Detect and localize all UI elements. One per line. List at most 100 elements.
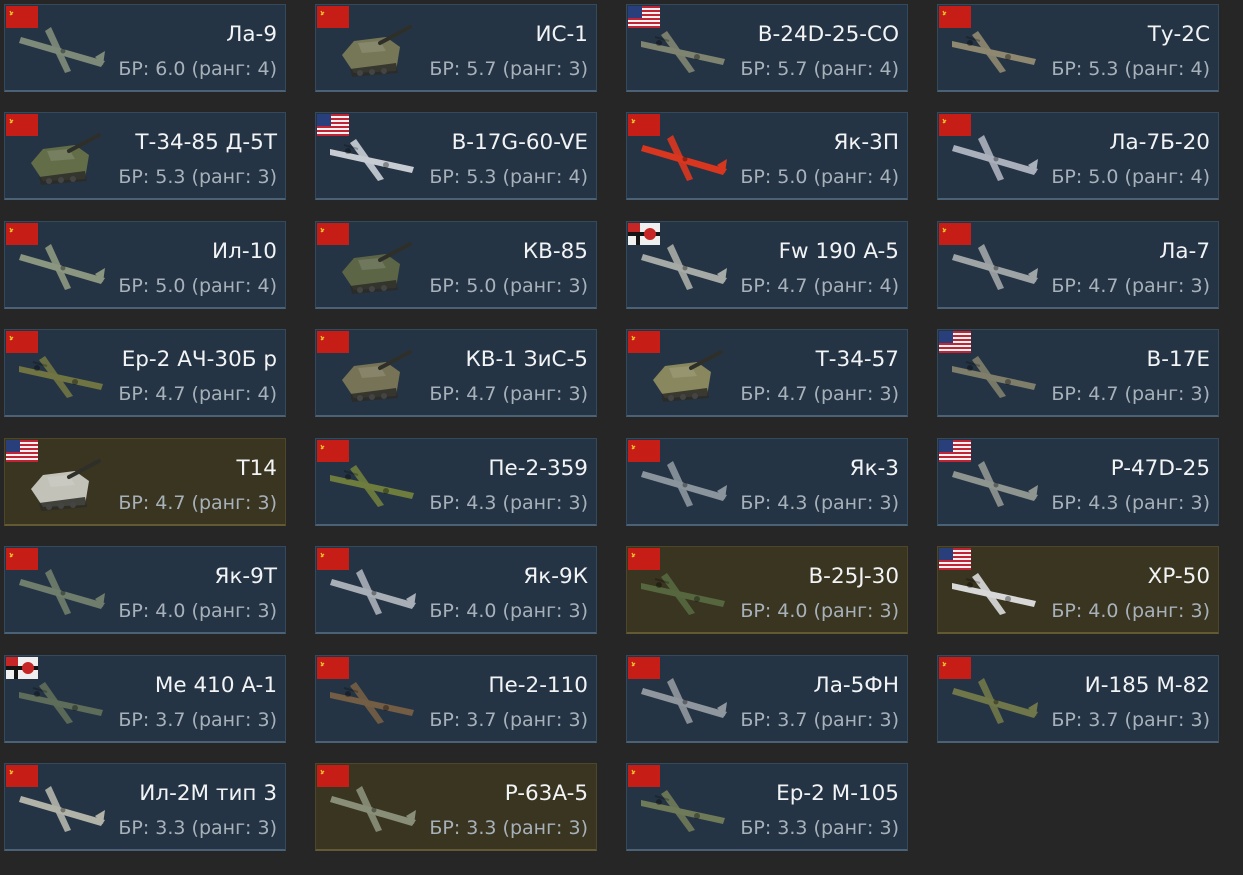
ussr-flag-icon bbox=[6, 765, 38, 787]
vehicle-br: БР: 5.3 (ранг: 4) bbox=[429, 166, 588, 188]
vehicle-name: Ла-7Б-20 bbox=[1109, 130, 1210, 155]
ussr-flag-icon bbox=[628, 331, 660, 353]
vehicle-card[interactable]: Fw 190 A-5 БР: 4.7 (ранг: 4) bbox=[626, 221, 908, 309]
vehicle-br: БР: 4.7 (ранг: 3) bbox=[429, 383, 588, 405]
vehicle-card[interactable]: Пе-2-110 БР: 3.7 (ранг: 3) bbox=[315, 655, 597, 743]
ussr-flag-icon bbox=[317, 6, 349, 28]
ussr-flag-icon bbox=[317, 440, 349, 462]
vehicle-card[interactable]: Як-3П БР: 5.0 (ранг: 4) bbox=[626, 112, 908, 200]
ussr-flag-icon bbox=[628, 440, 660, 462]
vehicle-card[interactable]: Ла-7Б-20 БР: 5.0 (ранг: 4) bbox=[937, 112, 1219, 200]
vehicle-card[interactable]: КВ-85 БР: 5.0 (ранг: 3) bbox=[315, 221, 597, 309]
vehicle-card[interactable]: B-17E БР: 4.7 (ранг: 3) bbox=[937, 329, 1219, 417]
ussr-flag-icon bbox=[939, 657, 971, 679]
vehicle-name: Т-34-57 bbox=[815, 347, 899, 372]
vehicle-card[interactable]: P-47D-25 БР: 4.3 (ранг: 3) bbox=[937, 438, 1219, 526]
vehicle-card[interactable]: Як-9К БР: 4.0 (ранг: 3) bbox=[315, 546, 597, 634]
vehicle-card[interactable]: P-63A-5 БР: 3.3 (ранг: 3) bbox=[315, 763, 597, 851]
vehicle-name: Ер-2 АЧ-30Б р bbox=[121, 347, 277, 372]
vehicle-br: БР: 3.7 (ранг: 3) bbox=[740, 709, 899, 731]
vehicle-card[interactable]: Ер-2 АЧ-30Б р БР: 4.7 (ранг: 4) bbox=[4, 329, 286, 417]
vehicle-card[interactable]: ИС-1 БР: 5.7 (ранг: 3) bbox=[315, 4, 597, 92]
vehicle-br: БР: 3.3 (ранг: 3) bbox=[429, 817, 588, 839]
vehicle-name: КВ-1 ЗиС-5 bbox=[465, 347, 589, 372]
vehicle-name: Як-3 bbox=[849, 456, 899, 481]
vehicle-br: БР: 4.0 (ранг: 3) bbox=[118, 600, 277, 622]
vehicle-card[interactable]: T14 БР: 4.7 (ранг: 3) bbox=[4, 438, 286, 526]
vehicle-name: Пе-2-359 bbox=[488, 456, 588, 481]
ussr-flag-icon bbox=[6, 114, 38, 136]
vehicle-card[interactable]: B-17G-60-VE БР: 5.3 (ранг: 4) bbox=[315, 112, 597, 200]
vehicle-name: Як-9Т bbox=[214, 564, 278, 589]
vehicle-name: XP-50 bbox=[1147, 564, 1210, 589]
ussr-flag-icon bbox=[939, 223, 971, 245]
vehicle-br: БР: 5.7 (ранг: 4) bbox=[740, 58, 899, 80]
vehicle-card[interactable]: Ла-7 БР: 4.7 (ранг: 3) bbox=[937, 221, 1219, 309]
vehicle-card[interactable]: B-24D-25-CO БР: 5.7 (ранг: 4) bbox=[626, 4, 908, 92]
vehicle-card[interactable]: Як-3 БР: 4.3 (ранг: 3) bbox=[626, 438, 908, 526]
vehicle-name: B-25J-30 bbox=[808, 564, 899, 589]
ussr-flag-icon bbox=[317, 765, 349, 787]
ussr-flag-icon bbox=[628, 548, 660, 570]
usa-flag-icon bbox=[939, 440, 971, 462]
usa-flag-icon bbox=[317, 114, 349, 136]
vehicle-br: БР: 5.0 (ранг: 3) bbox=[429, 275, 588, 297]
vehicle-br: БР: 4.3 (ранг: 3) bbox=[740, 492, 899, 514]
vehicle-name: T14 bbox=[236, 456, 278, 481]
vehicle-br: БР: 5.7 (ранг: 3) bbox=[429, 58, 588, 80]
usa-flag-icon bbox=[939, 548, 971, 570]
vehicle-card[interactable]: Ер-2 М-105 БР: 3.3 (ранг: 3) bbox=[626, 763, 908, 851]
ussr-flag-icon bbox=[628, 114, 660, 136]
vehicle-br: БР: 5.0 (ранг: 4) bbox=[1051, 166, 1210, 188]
usa-flag-icon bbox=[628, 6, 660, 28]
vehicle-name: Як-3П bbox=[833, 130, 899, 155]
vehicle-name: Т-34-85 Д-5Т bbox=[135, 130, 277, 155]
ussr-flag-icon bbox=[317, 548, 349, 570]
vehicle-name: Ил-10 bbox=[212, 239, 277, 264]
ussr-flag-icon bbox=[6, 223, 38, 245]
vehicle-br: БР: 3.7 (ранг: 3) bbox=[429, 709, 588, 731]
vehicle-name: P-63A-5 bbox=[504, 781, 588, 806]
usa-flag-icon bbox=[6, 440, 38, 462]
vehicle-name: Ер-2 М-105 bbox=[776, 781, 899, 806]
vehicle-card[interactable]: Ту-2С БР: 5.3 (ранг: 4) bbox=[937, 4, 1219, 92]
vehicle-card[interactable]: XP-50 БР: 4.0 (ранг: 3) bbox=[937, 546, 1219, 634]
vehicle-name: B-24D-25-CO bbox=[757, 22, 899, 47]
vehicle-br: БР: 6.0 (ранг: 4) bbox=[118, 58, 277, 80]
vehicle-card[interactable]: Як-9Т БР: 4.0 (ранг: 3) bbox=[4, 546, 286, 634]
ussr-flag-icon bbox=[317, 657, 349, 679]
vehicle-card[interactable]: Ла-9 БР: 6.0 (ранг: 4) bbox=[4, 4, 286, 92]
vehicle-name: B-17G-60-VE bbox=[451, 130, 588, 155]
vehicle-name: ИС-1 bbox=[535, 22, 588, 47]
vehicle-card[interactable]: КВ-1 ЗиС-5 БР: 4.7 (ранг: 3) bbox=[315, 329, 597, 417]
vehicle-name: Ту-2С bbox=[1147, 22, 1210, 47]
vehicle-card[interactable]: Пе-2-359 БР: 4.3 (ранг: 3) bbox=[315, 438, 597, 526]
ussr-flag-icon bbox=[939, 6, 971, 28]
ussr-flag-icon bbox=[6, 548, 38, 570]
vehicle-card[interactable]: Т-34-57 БР: 4.7 (ранг: 3) bbox=[626, 329, 908, 417]
vehicle-br: БР: 4.0 (ранг: 3) bbox=[429, 600, 588, 622]
vehicle-br: БР: 4.0 (ранг: 3) bbox=[740, 600, 899, 622]
vehicle-br: БР: 4.7 (ранг: 3) bbox=[118, 492, 277, 514]
vehicle-br: БР: 4.7 (ранг: 4) bbox=[740, 275, 899, 297]
ussr-flag-icon bbox=[939, 114, 971, 136]
vehicle-name: КВ-85 bbox=[522, 239, 588, 264]
germany-flag-icon bbox=[628, 223, 660, 245]
vehicle-name: B-17E bbox=[1146, 347, 1210, 372]
vehicle-card[interactable]: Ил-10 БР: 5.0 (ранг: 4) bbox=[4, 221, 286, 309]
vehicle-br: БР: 4.7 (ранг: 4) bbox=[118, 383, 277, 405]
vehicle-card[interactable]: Т-34-85 Д-5Т БР: 5.3 (ранг: 3) bbox=[4, 112, 286, 200]
vehicle-name: Пе-2-110 bbox=[488, 673, 588, 698]
vehicle-card[interactable]: B-25J-30 БР: 4.0 (ранг: 3) bbox=[626, 546, 908, 634]
vehicle-br: БР: 4.3 (ранг: 3) bbox=[429, 492, 588, 514]
vehicle-card[interactable]: И-185 М-82 БР: 3.7 (ранг: 3) bbox=[937, 655, 1219, 743]
vehicle-card[interactable]: Me 410 A-1 БР: 3.7 (ранг: 3) bbox=[4, 655, 286, 743]
vehicle-card[interactable]: Ил-2М тип 3 БР: 3.3 (ранг: 3) bbox=[4, 763, 286, 851]
vehicle-name: Me 410 A-1 bbox=[154, 673, 277, 698]
vehicle-card[interactable]: Ла-5ФН БР: 3.7 (ранг: 3) bbox=[626, 655, 908, 743]
vehicle-br: БР: 5.0 (ранг: 4) bbox=[118, 275, 277, 297]
ussr-flag-icon bbox=[6, 6, 38, 28]
ussr-flag-icon bbox=[317, 223, 349, 245]
ussr-flag-icon bbox=[628, 765, 660, 787]
vehicle-br: БР: 4.7 (ранг: 3) bbox=[1051, 383, 1210, 405]
